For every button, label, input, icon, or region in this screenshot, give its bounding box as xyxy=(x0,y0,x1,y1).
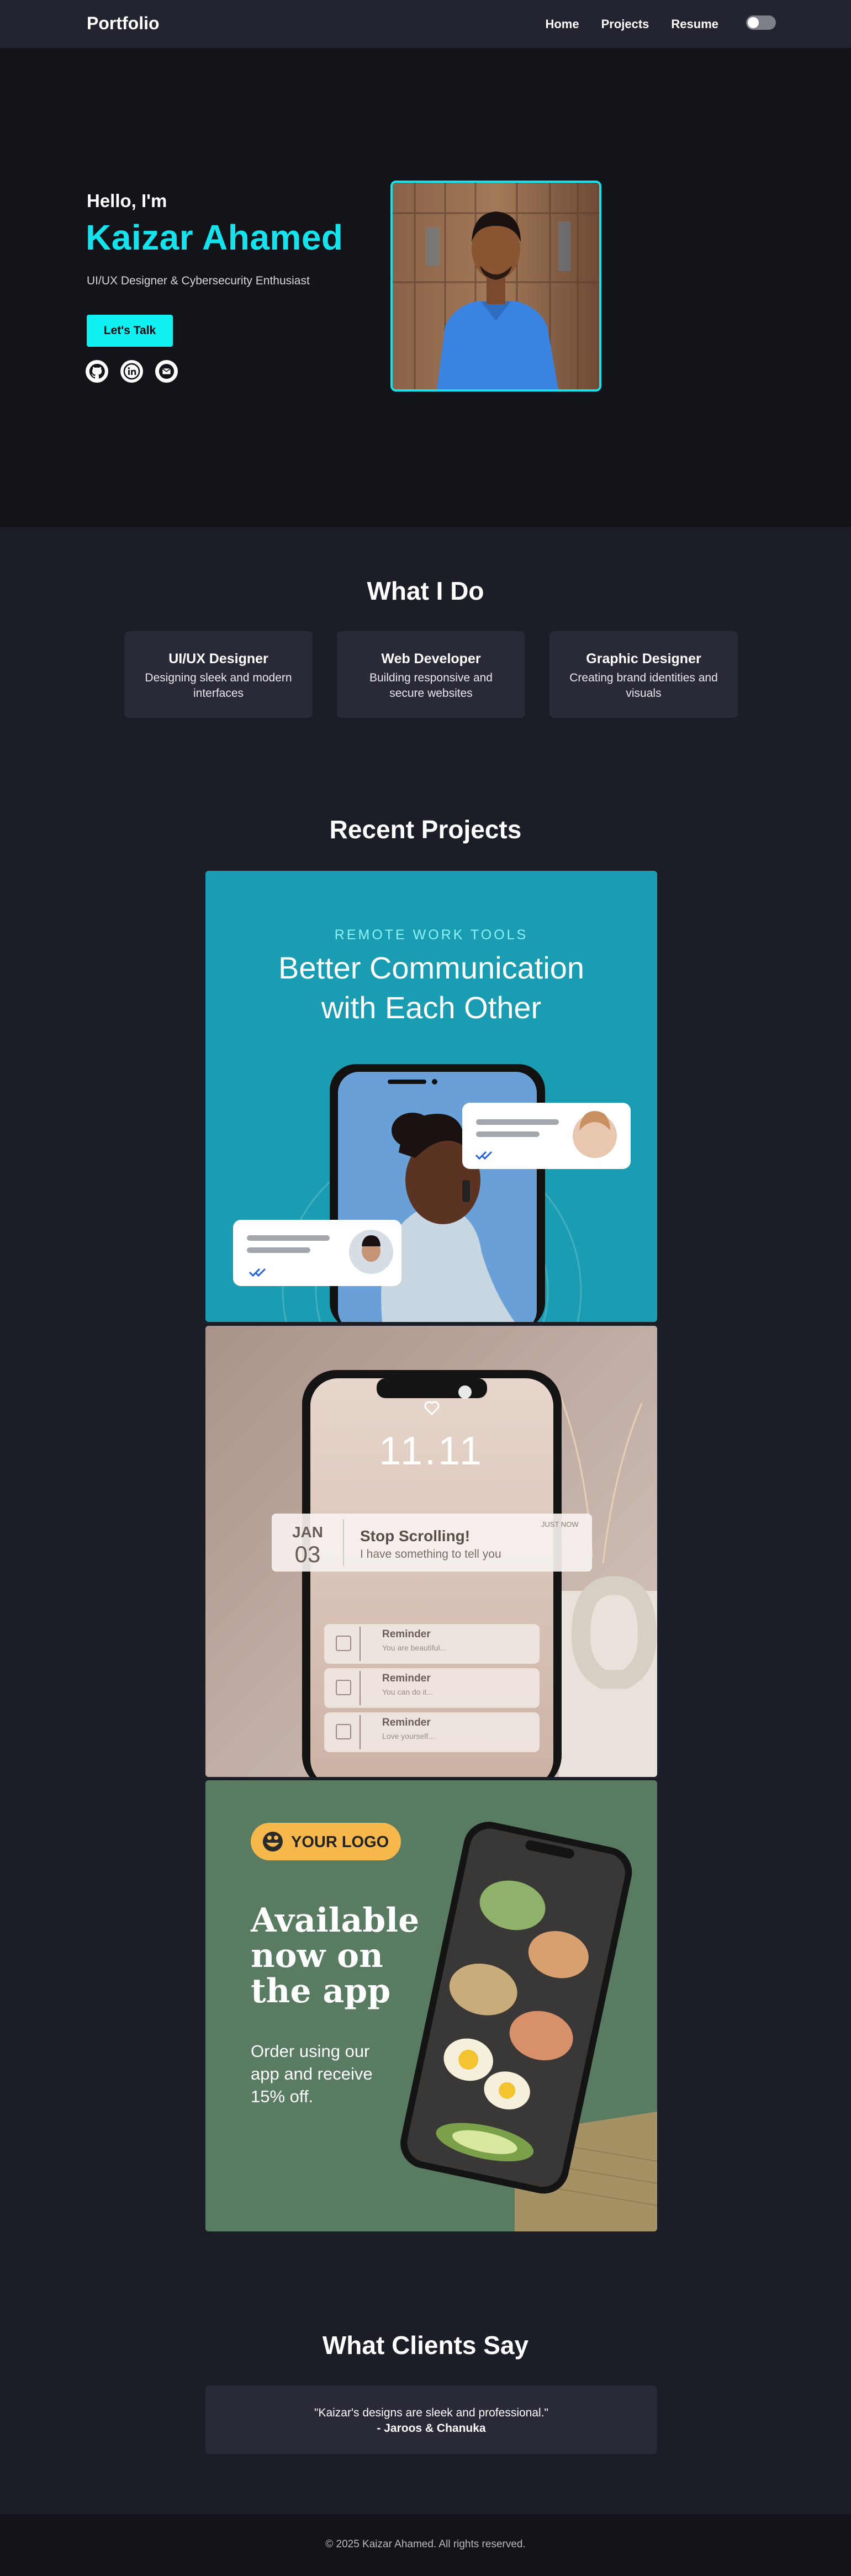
project-1-headline: Better Communication with Each Other xyxy=(205,948,657,1028)
project-3-headline-line-3: the app xyxy=(251,1972,391,2011)
service-desc: Creating brand identities and visuals xyxy=(569,671,718,700)
project-3-headline: Available now on the app xyxy=(251,1903,419,2009)
github-icon[interactable] xyxy=(86,360,108,383)
service-card-uiux: UI/UX Designer Designing sleek and moder… xyxy=(124,631,313,718)
project-2-month: JAN xyxy=(292,1524,323,1541)
project-3-headline-line-1: Available xyxy=(251,1901,420,1940)
service-desc: Designing sleek and modern interfaces xyxy=(145,671,292,700)
footer-copyright: © 2025 Kaizar Ahamed. All rights reserve… xyxy=(325,2538,526,2550)
hero-tagline: UI/UX Designer & Cybersecurity Enthusias… xyxy=(87,274,310,287)
project-3-body: Order using our app and receive 15% off. xyxy=(251,2040,373,2108)
service-title: UI/UX Designer xyxy=(168,651,268,667)
project-3-logo: YOUR LOGO xyxy=(291,1833,389,1851)
nav-link-home[interactable]: Home xyxy=(545,17,579,31)
service-card-web: Web Developer Building responsive and se… xyxy=(337,631,525,718)
service-card-graphic: Graphic Designer Creating brand identiti… xyxy=(549,631,738,718)
reminder-title: Reminder xyxy=(382,1673,431,1684)
project-1-headline-line-2: with Each Other xyxy=(321,990,542,1025)
testimonial-author: - Jaroos & Chanuka xyxy=(377,2422,486,2435)
reminder-title: Reminder xyxy=(382,1717,431,1728)
project-1-headline-line-1: Better Communication xyxy=(278,950,584,985)
project-3-body-line-2: app and receive xyxy=(251,2064,373,2083)
footer: © 2025 Kaizar Ahamed. All rights reserve… xyxy=(0,2514,851,2576)
reminder-body: Love yourself... xyxy=(382,1732,435,1741)
project-2-clock: 11.11 xyxy=(379,1429,484,1473)
nav-links: Home Projects Resume xyxy=(545,17,718,31)
project-3-body-line-3: 15% off. xyxy=(251,2087,314,2106)
service-title: Graphic Designer xyxy=(586,651,701,667)
theme-toggle[interactable] xyxy=(746,15,776,30)
toggle-knob xyxy=(748,17,759,28)
email-icon[interactable] xyxy=(155,360,178,383)
project-2-notif-title: Stop Scrolling! xyxy=(360,1527,471,1544)
linkedin-icon[interactable] xyxy=(120,360,143,383)
project-card-stop-scrolling[interactable]: 11.11 JAN 03 Stop Scrolling! I have some… xyxy=(205,1326,657,1777)
testimonial-card: "Kaizar's designs are sleek and professi… xyxy=(205,2385,657,2454)
project-card-food-app[interactable]: YOUR LOGO Available now on the app Order… xyxy=(205,1780,657,2231)
project-2-notif-body: I have something to tell you xyxy=(360,1548,501,1561)
project-2-day: 03 xyxy=(294,1541,321,1567)
services-title: What I Do xyxy=(367,576,484,605)
navbar: Portfolio Home Projects Resume xyxy=(0,0,851,48)
project-card-communication[interactable]: REMOTE WORK TOOLS Better Communication w… xyxy=(205,871,657,1322)
profile-photo xyxy=(390,181,601,392)
hero-greeting: Hello, I'm xyxy=(87,191,167,211)
hero-name: Kaizar Ahamed xyxy=(86,218,343,257)
nav-link-projects[interactable]: Projects xyxy=(601,17,649,31)
project-3-body-line-1: Order using our xyxy=(251,2041,370,2061)
reminder-title: Reminder xyxy=(382,1628,431,1640)
social-links xyxy=(86,360,178,383)
project-1-eyebrow: REMOTE WORK TOOLS xyxy=(334,927,528,943)
service-desc: Building responsive and secure websites xyxy=(369,671,493,700)
brand-logo[interactable]: Portfolio xyxy=(87,13,160,34)
reminder-body: You are beautiful... xyxy=(382,1643,447,1652)
reminder-body: You can do it... xyxy=(382,1688,434,1696)
testimonial-quote: "Kaizar's designs are sleek and professi… xyxy=(314,2406,548,2419)
testimonials-title: What Clients Say xyxy=(322,2331,529,2360)
service-title: Web Developer xyxy=(381,651,481,667)
projects-title: Recent Projects xyxy=(329,815,522,844)
project-3-headline-line-2: now on xyxy=(251,1937,383,1975)
lets-talk-button[interactable]: Let's Talk xyxy=(87,315,173,347)
nav-link-resume[interactable]: Resume xyxy=(671,17,718,31)
project-2-notif-time: JUST NOW xyxy=(541,1520,579,1528)
